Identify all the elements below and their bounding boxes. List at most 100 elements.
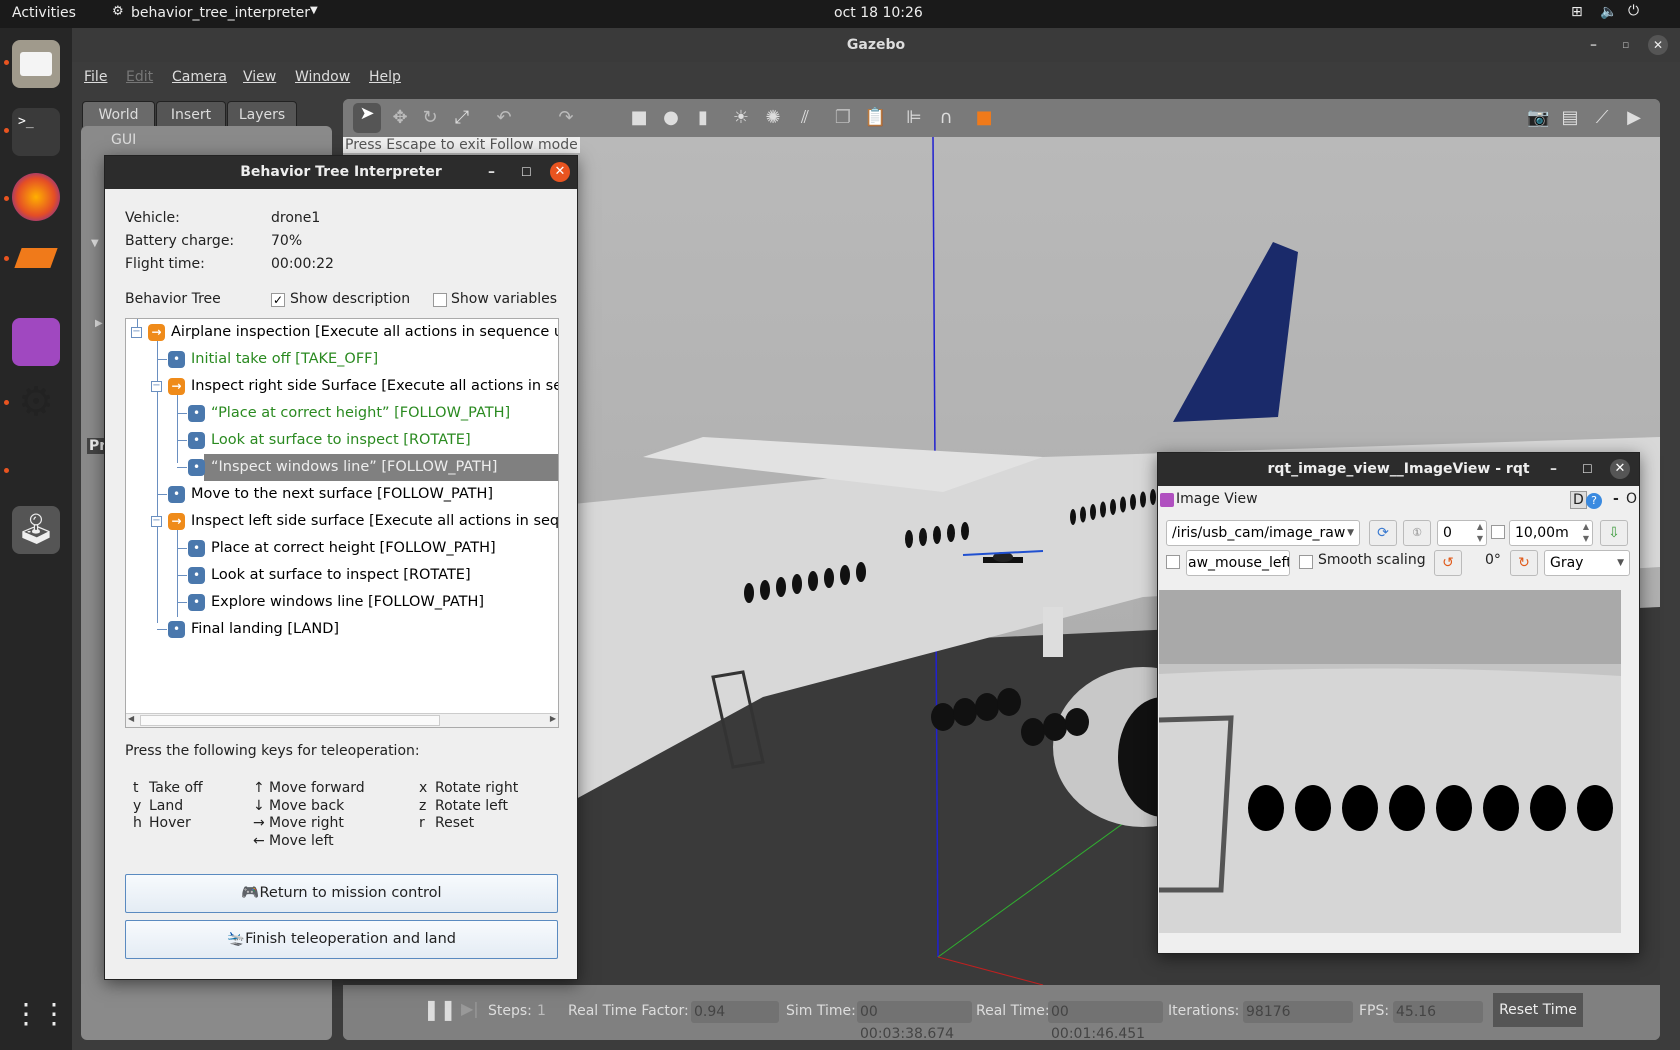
mouse-publish-checkbox[interactable] [1166, 555, 1180, 569]
settings-gears-icon[interactable]: ⚙ [12, 378, 60, 426]
undo-icon[interactable]: ↶ [493, 107, 515, 129]
finish-teleop-button[interactable]: 🛬Finish teleoperation and land [125, 920, 558, 959]
image-viewer-icon[interactable] [12, 318, 60, 366]
max-range-checkbox[interactable] [1491, 525, 1505, 539]
power-icon[interactable]: ⏻ [1628, 3, 1639, 19]
close-plugin-button[interactable]: O [1626, 491, 1637, 507]
behavior-tree-view[interactable]: − → Airplane inspection [Execute all actio… [125, 318, 559, 728]
return-to-mission-button[interactable]: 🎮Return to mission control [125, 874, 558, 913]
align-icon[interactable]: ⊫ [903, 107, 925, 129]
tree-node[interactable]: → Inspect left side surface [Execute all … [126, 508, 558, 535]
tree-node[interactable]: • Place at correct height [FOLLOW_PATH] [126, 535, 558, 562]
scrollbar-thumb[interactable] [140, 715, 440, 726]
tree-node[interactable]: • Look at surface to inspect [ROTATE] [126, 427, 558, 454]
refresh-button[interactable]: ⟳ [1369, 520, 1397, 546]
scroll-left-icon[interactable]: ◀ [128, 714, 134, 723]
tab-world[interactable]: World [82, 101, 155, 127]
expand-arrow-icon[interactable]: ▶ [95, 318, 103, 329]
terminal-icon[interactable]: >_ [12, 108, 60, 156]
show-variables-checkbox[interactable] [433, 293, 447, 307]
tree-node[interactable]: • Initial take off [TAKE_OFF] [126, 346, 558, 373]
show-apps-icon[interactable]: ⋮⋮ [12, 990, 68, 1038]
sphere-icon[interactable]: ● [660, 107, 682, 129]
tree-node[interactable]: • “Place at correct height” [FOLLOW_PATH] [126, 400, 558, 427]
firefox-icon[interactable] [12, 173, 60, 221]
minimize-button[interactable]: – [1590, 28, 1597, 62]
horizontal-scrollbar[interactable]: ◀ ▶ [126, 713, 558, 727]
maximize-button[interactable]: ☐ [521, 156, 532, 189]
gui-item[interactable]: GUI [111, 132, 136, 148]
tree-node[interactable]: • Move to the next surface [FOLLOW_PATH] [126, 481, 558, 508]
save-image-button[interactable]: ⇩ [1600, 520, 1628, 546]
close-button[interactable]: ✕ [1610, 459, 1630, 479]
mouse-topic-input[interactable]: aw_mouse_left [1186, 550, 1290, 576]
tree-node[interactable]: • Final landing [LAND] [126, 616, 558, 643]
help-button[interactable]: ? [1586, 493, 1602, 509]
redo-icon[interactable]: ↷ [555, 107, 577, 129]
rotate-right-button[interactable]: ↻ [1510, 550, 1538, 576]
joystick-icon[interactable]: 🕹 [12, 506, 60, 554]
tree-node[interactable]: • Explore windows line [FOLLOW_PATH] [126, 589, 558, 616]
directional-light-icon[interactable]: ⫽ [794, 107, 816, 129]
menu-view[interactable]: View [243, 69, 276, 85]
camera-image[interactable] [1159, 590, 1621, 933]
network-icon[interactable]: ⊞ [1571, 4, 1583, 20]
log-icon[interactable]: ▤ [1559, 107, 1581, 129]
maximize-button[interactable]: ☐ [1582, 453, 1593, 486]
close-button[interactable]: ✕ [550, 162, 570, 182]
topic-dropdown[interactable]: /iris/usb_cam/image_raw ▼ [1166, 520, 1360, 546]
rotate-icon[interactable]: ↻ [419, 107, 441, 129]
tree-node[interactable]: → Airplane inspection [Execute all action… [126, 319, 558, 346]
menu-edit[interactable]: Edit [126, 69, 153, 85]
minimize-button[interactable]: – [1550, 453, 1557, 486]
app-menu[interactable]: behavior_tree_interpreter [131, 5, 310, 21]
tree-node[interactable]: → Inspect right side Surface [Execute all… [126, 373, 558, 400]
maximize-button[interactable]: ▫ [1622, 28, 1629, 62]
translate-icon[interactable]: ✥ [389, 107, 411, 129]
snap-icon[interactable]: ∩ [935, 107, 957, 129]
box-icon[interactable]: ■ [628, 107, 650, 129]
tree-node[interactable]: • Look at surface to inspect [ROTATE] [126, 562, 558, 589]
clock[interactable]: oct 18 10:26 [834, 5, 923, 21]
screenshot-icon[interactable]: 📷 [1527, 107, 1549, 129]
paste-icon[interactable]: 📋 [864, 107, 886, 129]
cylinder-icon[interactable]: ▮ [692, 107, 714, 129]
tree-node[interactable]: • “Inspect windows line” [FOLLOW_PATH] [188, 454, 558, 481]
reset-time-button[interactable]: Reset Time [1493, 993, 1583, 1027]
video-record-icon[interactable]: ▶ [1623, 107, 1645, 129]
colormap-dropdown[interactable]: Gray ▼ [1544, 550, 1630, 576]
menu-window[interactable]: Window [295, 69, 350, 85]
steps-spinner[interactable]: 1 [537, 1003, 546, 1019]
point-light-icon[interactable]: ☀ [730, 107, 752, 129]
view-angle-icon[interactable]: ■ [973, 107, 995, 129]
minimize-plugin-button[interactable]: - [1613, 491, 1619, 507]
number-spinner[interactable]: 0 ▲ ▼ [1437, 520, 1487, 546]
plot-icon[interactable]: ⟋ [1591, 107, 1613, 129]
close-button[interactable]: ✕ [1648, 35, 1668, 55]
show-description-checkbox[interactable]: ✓ [271, 293, 285, 307]
max-range-spinner[interactable]: 10,00m ▲ ▼ [1509, 520, 1593, 546]
smooth-scaling-checkbox[interactable] [1299, 555, 1313, 569]
key: ← [253, 832, 265, 849]
dock-button[interactable]: D [1570, 491, 1587, 509]
activities-button[interactable]: Activities [12, 5, 76, 21]
step-button[interactable]: ▶| [461, 999, 479, 1018]
select-mode-icon[interactable]: ➤ [353, 103, 381, 133]
scroll-right-icon[interactable]: ▶ [550, 714, 556, 723]
minimize-button[interactable]: – [488, 156, 495, 189]
menu-help[interactable]: Help [369, 69, 401, 85]
scale-icon[interactable]: ⤢ [451, 107, 473, 129]
rotate-left-button[interactable]: ↺ [1434, 550, 1462, 576]
tab-layers[interactable]: Layers [227, 101, 297, 127]
expand-arrow-icon[interactable]: ▼ [91, 238, 99, 249]
pause-button[interactable]: ❚❚ [423, 997, 457, 1021]
files-icon[interactable] [12, 40, 60, 88]
volume-icon[interactable]: 🔈 [1600, 4, 1617, 20]
copy-icon[interactable]: ❐ [832, 107, 854, 129]
zoom-1-button[interactable]: ① [1403, 520, 1431, 546]
tab-insert[interactable]: Insert [156, 101, 226, 127]
layers-app-icon[interactable] [12, 238, 60, 286]
menu-file[interactable]: File [84, 69, 107, 85]
spot-light-icon[interactable]: ✺ [762, 107, 784, 129]
menu-camera[interactable]: Camera [172, 69, 227, 85]
